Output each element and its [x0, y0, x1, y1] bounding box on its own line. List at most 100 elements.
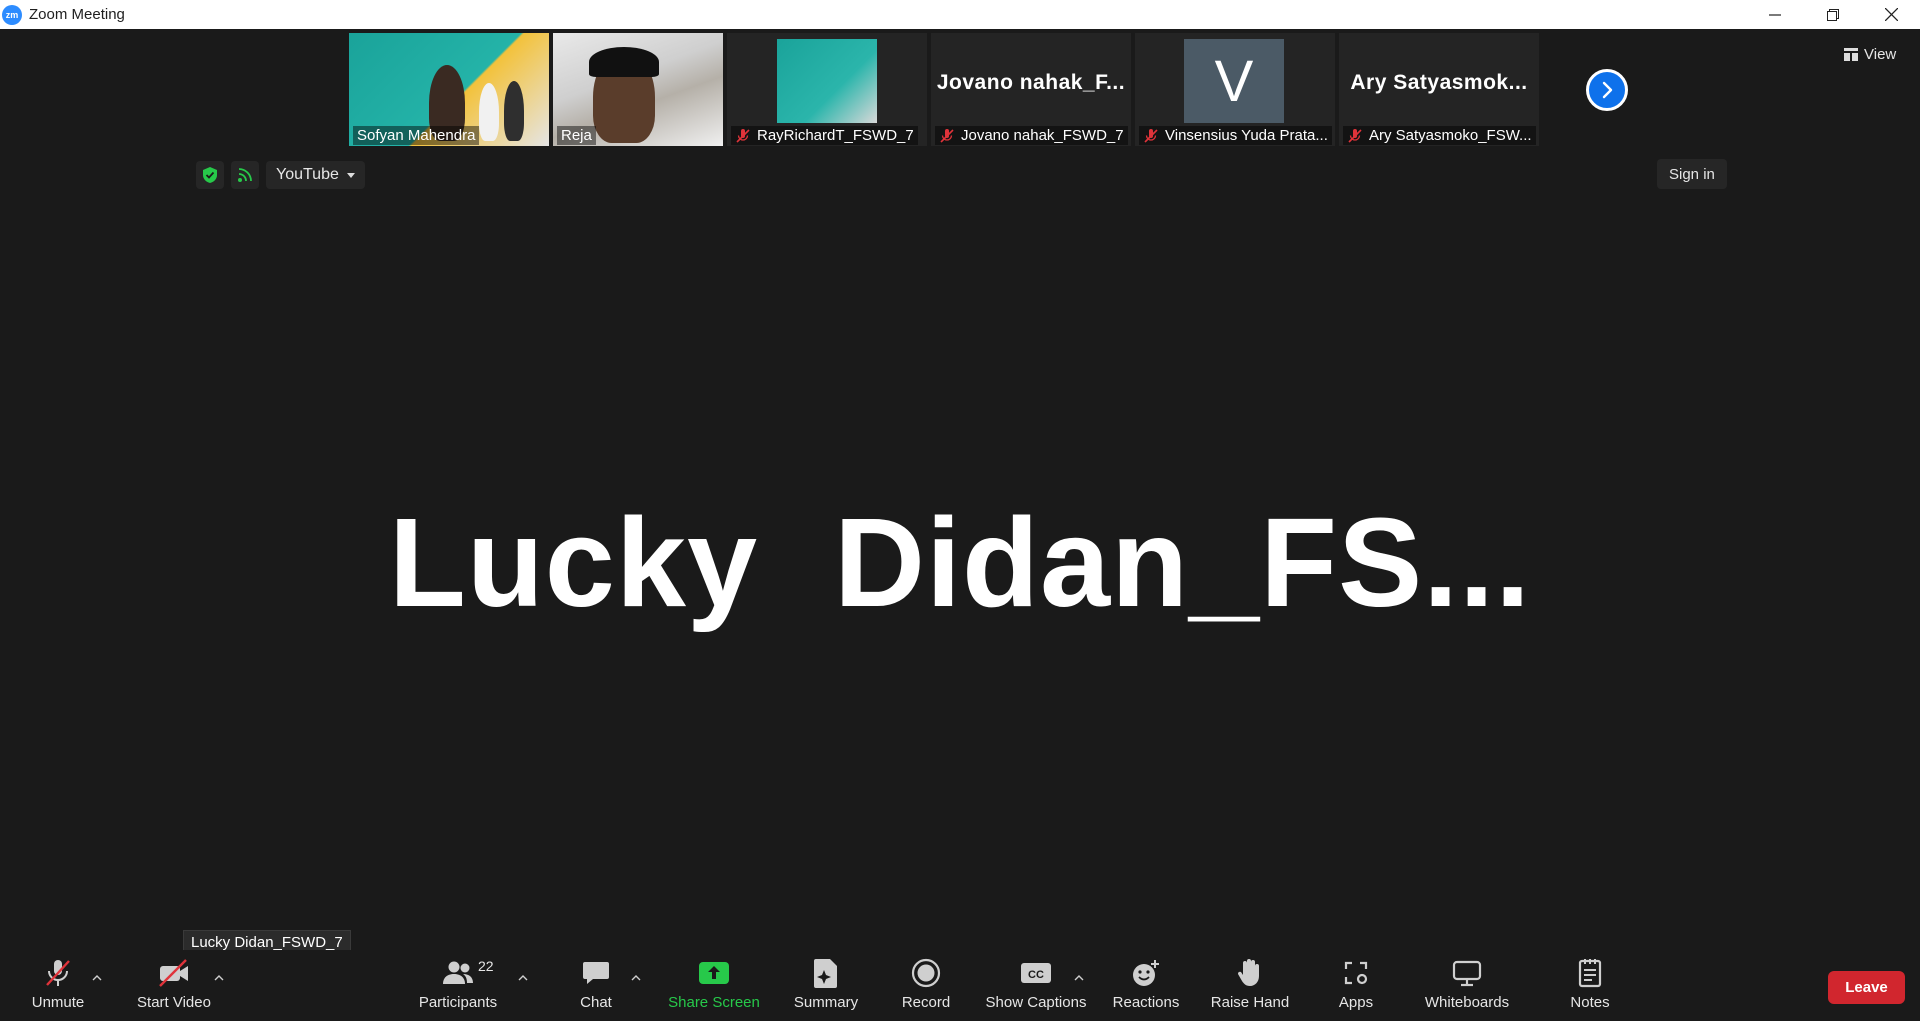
grid-view-icon — [1844, 47, 1858, 61]
live-stream-button[interactable] — [231, 161, 259, 189]
chat-icon — [583, 962, 609, 984]
participants-options-caret[interactable] — [515, 970, 531, 986]
leave-button[interactable]: Leave — [1828, 971, 1905, 1004]
apps-label: Apps — [1338, 994, 1374, 1011]
restore-button[interactable] — [1804, 0, 1862, 29]
meeting-stage: Sofyan Mahendra Reja RayRichardT_FSWD_7 … — [0, 29, 1920, 941]
whiteboards-label: Whiteboards — [1424, 994, 1510, 1011]
tile-display-name: Ary Satyasmok... — [1350, 71, 1528, 94]
profile-picture — [777, 39, 877, 123]
meeting-toolbar: Unmute Start Video 22 Participants Chat … — [0, 950, 1920, 1021]
apps-button[interactable]: Apps — [1336, 956, 1376, 1016]
reactions-label: Reactions — [1112, 994, 1180, 1011]
next-page-button[interactable] — [1586, 69, 1628, 111]
chevron-up-icon — [214, 975, 224, 981]
video-off-icon — [159, 959, 188, 987]
participant-tile[interactable]: Jovano nahak_F... Jovano nahak_FSWD_7 — [931, 33, 1131, 146]
tile-name: Sofyan Mahendra — [357, 127, 476, 144]
mic-muted-icon — [1144, 128, 1158, 143]
mic-muted-icon — [940, 128, 954, 143]
tile-name-label: Vinsensius Yuda Prata... — [1139, 126, 1332, 145]
tile-name: Jovano nahak_FSWD_7 — [961, 127, 1124, 144]
chat-button[interactable]: Chat — [571, 956, 621, 1016]
close-icon — [1884, 8, 1898, 21]
sign-in-button[interactable]: Sign in — [1657, 159, 1727, 189]
window-title: Zoom Meeting — [29, 6, 125, 23]
audio-options-caret[interactable] — [89, 970, 105, 986]
live-platform-dropdown[interactable]: YouTube — [266, 161, 365, 189]
record-button[interactable]: Record — [892, 956, 960, 1016]
encryption-shield-button[interactable] — [196, 161, 224, 189]
platform-label: YouTube — [276, 166, 339, 183]
apps-icon — [1344, 961, 1368, 985]
chat-label: Chat — [580, 994, 612, 1011]
record-icon — [911, 958, 941, 988]
closed-captions-icon: CC — [1021, 963, 1051, 983]
tile-name-label: Ary Satyasmoko_FSW... — [1343, 126, 1536, 145]
chevron-up-icon — [92, 975, 102, 981]
tile-name-label: Reja — [557, 126, 596, 145]
summary-label: Summary — [793, 994, 859, 1011]
reactions-smiley-icon — [1133, 960, 1159, 986]
reactions-button[interactable]: Reactions — [1108, 956, 1184, 1016]
chevron-up-icon — [631, 975, 641, 981]
live-stream-icon — [238, 168, 252, 182]
mic-muted-icon — [46, 960, 70, 986]
summary-icon — [814, 959, 837, 988]
headphones-icon — [589, 47, 659, 77]
participant-tile[interactable]: V Vinsensius Yuda Prata... — [1135, 33, 1335, 146]
tile-name-label: RayRichardT_FSWD_7 — [731, 126, 918, 145]
captions-options-caret[interactable] — [1071, 970, 1087, 986]
close-button[interactable] — [1862, 0, 1920, 29]
view-label: View — [1864, 45, 1897, 63]
view-button[interactable]: View — [1836, 41, 1904, 67]
tile-name: Ary Satyasmoko_FSW... — [1369, 127, 1532, 144]
tile-name: RayRichardT_FSWD_7 — [757, 127, 914, 144]
restore-icon — [1827, 8, 1839, 21]
start-video-label: Start Video — [137, 994, 211, 1011]
notes-button[interactable]: Notes — [1566, 956, 1614, 1016]
chevron-up-icon — [1074, 975, 1084, 981]
mic-muted-icon — [736, 128, 750, 143]
minimize-button[interactable] — [1746, 0, 1804, 29]
participant-tile[interactable]: Ary Satyasmok... Ary Satyasmoko_FSW... — [1339, 33, 1539, 146]
video-options-caret[interactable] — [211, 970, 227, 986]
shield-check-icon — [203, 167, 217, 183]
tile-name-label: Sofyan Mahendra — [353, 126, 480, 145]
avatar: V — [1184, 39, 1284, 123]
notes-icon — [1578, 959, 1602, 988]
raise-hand-button[interactable]: Raise Hand — [1210, 956, 1290, 1016]
tile-name: Vinsensius Yuda Prata... — [1165, 127, 1328, 144]
participant-count-badge: 22 — [478, 958, 494, 974]
tile-name-label: Jovano nahak_FSWD_7 — [935, 126, 1128, 145]
unmute-button[interactable]: Unmute — [26, 956, 90, 1016]
participant-tile[interactable]: Sofyan Mahendra — [349, 33, 549, 146]
summary-button[interactable]: Summary — [786, 956, 866, 1016]
raise-hand-label: Raise Hand — [1210, 994, 1290, 1011]
active-speaker-name: Lucky Didan_FS... — [388, 492, 1532, 633]
tile-display-name: Jovano nahak_F... — [936, 71, 1126, 94]
thumbnail-strip: Sofyan Mahendra Reja RayRichardT_FSWD_7 … — [349, 33, 1543, 146]
show-captions-button[interactable]: CC Show Captions — [982, 956, 1090, 1016]
unmute-label: Unmute — [31, 994, 85, 1011]
chevron-up-icon — [518, 975, 528, 981]
notes-label: Notes — [1570, 994, 1610, 1011]
whiteboards-button[interactable]: Whiteboards — [1418, 956, 1516, 1016]
whiteboard-icon — [1452, 960, 1482, 987]
share-screen-button[interactable]: Share Screen — [664, 956, 764, 1016]
zoom-logo-icon: zm — [2, 4, 22, 25]
chevron-right-icon — [1602, 81, 1613, 99]
start-video-button[interactable]: Start Video — [132, 956, 216, 1016]
svg-text:CC: CC — [1028, 969, 1044, 981]
background-figure — [479, 83, 499, 141]
participant-tile[interactable]: RayRichardT_FSWD_7 — [727, 33, 927, 146]
share-screen-label: Share Screen — [668, 994, 760, 1011]
participants-label: Participants — [418, 994, 498, 1011]
record-label: Record — [901, 994, 951, 1011]
raise-hand-icon — [1237, 959, 1259, 986]
share-screen-icon — [699, 962, 729, 984]
participant-tile[interactable]: Reja — [553, 33, 723, 146]
title-bar: zm Zoom Meeting — [0, 0, 1920, 29]
chat-options-caret[interactable] — [628, 970, 644, 986]
participants-button[interactable]: 22 Participants — [412, 956, 504, 1016]
